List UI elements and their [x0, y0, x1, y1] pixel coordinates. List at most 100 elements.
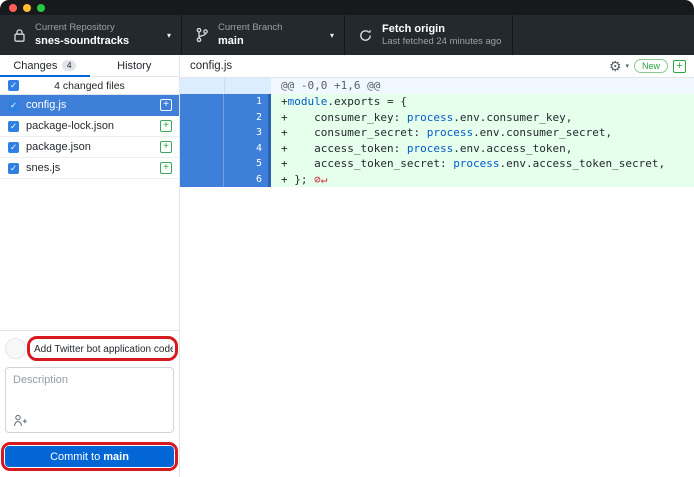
- diff-actions: ⚙ ▾ New +: [609, 59, 686, 73]
- branch-name: main: [218, 34, 324, 48]
- diff-line: 3+ consumer_secret: process.env.consumer…: [180, 125, 694, 141]
- file-status-added-icon: +: [160, 120, 172, 132]
- toolbar: Current Repository snes-soundtracks ▾ Cu…: [0, 15, 694, 55]
- file-row-config.js[interactable]: ✓ config.js +: [0, 95, 179, 116]
- diff-code-text: + consumer_key: process.env.consumer_key…: [271, 110, 572, 126]
- repository-text: Current Repository snes-soundtracks: [35, 22, 161, 48]
- file-row-package.json[interactable]: ✓ package.json +: [0, 137, 179, 158]
- commit-button-branch: main: [103, 451, 129, 463]
- zoom-button[interactable]: [37, 4, 45, 12]
- tab-history-label: History: [117, 60, 151, 72]
- hunk-gutter: [180, 78, 271, 94]
- annotation-summary-highlight: [27, 336, 178, 361]
- repository-chooser[interactable]: Current Repository snes-soundtracks ▾: [0, 15, 182, 55]
- diff-code-text: + }; ⊘↵: [271, 172, 327, 188]
- file-row-snes.js[interactable]: ✓ snes.js +: [0, 158, 179, 179]
- file-checkbox[interactable]: ✓: [8, 121, 19, 132]
- annotation-commit-highlight: Commit to main: [1, 442, 178, 471]
- diff-lines: 1+module.exports = {2+ consumer_key: pro…: [180, 94, 694, 187]
- diff-line-gutter[interactable]: 4: [180, 141, 271, 157]
- file-checkbox[interactable]: ✓: [8, 142, 19, 153]
- diff-empty-area: [180, 187, 694, 477]
- sidebar-tabs: Changes 4 History: [0, 55, 179, 77]
- diff-body: @@ -0,0 +1,6 @@ 1+module.exports = {2+ c…: [180, 78, 694, 477]
- diff-pane: config.js ⚙ ▾ New + @@ -0,0 +1,6 @@ 1+mo…: [180, 55, 694, 477]
- close-button[interactable]: [9, 4, 17, 12]
- tab-history[interactable]: History: [90, 55, 180, 76]
- minimize-button[interactable]: [23, 4, 31, 12]
- github-desktop-window: Current Repository snes-soundtracks ▾ Cu…: [0, 0, 694, 477]
- fetch-origin-button[interactable]: Fetch origin Last fetched 24 minutes ago: [345, 15, 513, 55]
- diff-line-number: 2: [224, 110, 268, 126]
- file-name: snes.js: [26, 162, 153, 174]
- commit-summary-row: [5, 336, 174, 361]
- hunk-header-text: @@ -0,0 +1,6 @@: [271, 78, 380, 94]
- diff-line-number: 1: [224, 94, 268, 110]
- diff-line: 6+ }; ⊘↵: [180, 172, 694, 188]
- diff-line: 1+module.exports = {: [180, 94, 694, 110]
- diff-header: config.js ⚙ ▾ New +: [180, 55, 694, 78]
- avatar: [5, 338, 26, 359]
- branch-text: Current Branch main: [218, 22, 324, 48]
- description-textarea[interactable]: [6, 368, 173, 412]
- changed-files-header: ✓ 4 changed files: [0, 77, 179, 95]
- file-name: package.json: [26, 141, 153, 153]
- git-branch-icon: [195, 27, 209, 43]
- changed-files-label: 4 changed files: [0, 80, 179, 92]
- file-name: config.js: [26, 99, 153, 111]
- fetch-title: Fetch origin: [382, 22, 502, 36]
- diff-line-number: 6: [224, 172, 268, 188]
- repository-name: snes-soundtracks: [35, 34, 161, 48]
- commit-button[interactable]: Commit to main: [5, 446, 174, 467]
- branch-label: Current Branch: [218, 22, 324, 34]
- diff-code-text: + consumer_secret: process.env.consumer_…: [271, 125, 612, 141]
- diff-line-gutter[interactable]: 2: [180, 110, 271, 126]
- diff-line: 5+ access_token_secret: process.env.acce…: [180, 156, 694, 172]
- lock-icon: [13, 28, 26, 43]
- chevron-down-icon[interactable]: ▾: [625, 62, 629, 70]
- diff-line-number: 5: [224, 156, 268, 172]
- sync-icon: [358, 28, 373, 43]
- diff-code-text: + access_token: process.env.access_token…: [271, 141, 572, 157]
- hunk-header-row: @@ -0,0 +1,6 @@: [180, 78, 694, 94]
- fetch-subtitle: Last fetched 24 minutes ago: [382, 36, 502, 48]
- diff-line-number: 4: [224, 141, 268, 157]
- gear-icon[interactable]: ⚙: [609, 59, 622, 73]
- toolbar-spacer: [513, 15, 694, 55]
- diff-line: 2+ consumer_key: process.env.consumer_ke…: [180, 110, 694, 126]
- chevron-down-icon: ▾: [167, 31, 171, 40]
- file-list: ✓ config.js + ✓ package-lock.json + ✓ package.j…: [0, 95, 179, 179]
- diff-file-name: config.js: [190, 60, 609, 72]
- add-coauthor-icon[interactable]: [13, 414, 28, 427]
- chevron-down-icon: ▾: [330, 31, 334, 40]
- file-row-package-lock.json[interactable]: ✓ package-lock.json +: [0, 116, 179, 137]
- changes-sidebar: Changes 4 History ✓ 4 changed files ✓ con…: [0, 55, 180, 477]
- tab-changes-label: Changes: [13, 60, 57, 72]
- sidebar-spacer: [0, 179, 179, 330]
- file-status-added-icon: +: [160, 162, 172, 174]
- diff-line-gutter[interactable]: 6: [180, 172, 271, 188]
- diff-code-text: +module.exports = {: [271, 94, 407, 110]
- branch-chooser[interactable]: Current Branch main ▾: [182, 15, 345, 55]
- diff-line: 4+ access_token: process.env.access_toke…: [180, 141, 694, 157]
- diff-line-number: 3: [224, 125, 268, 141]
- changes-count-badge: 4: [62, 60, 76, 71]
- diff-line-gutter[interactable]: 3: [180, 125, 271, 141]
- repository-label: Current Repository: [35, 22, 161, 34]
- file-name: package-lock.json: [26, 120, 153, 132]
- diff-code-text: + access_token_secret: process.env.acces…: [271, 156, 665, 172]
- file-status-added-icon: +: [160, 99, 172, 111]
- description-box: [5, 367, 174, 433]
- file-checkbox[interactable]: ✓: [8, 100, 19, 111]
- fetch-text: Fetch origin Last fetched 24 minutes ago: [382, 22, 502, 48]
- summary-input[interactable]: [30, 341, 175, 358]
- tab-changes[interactable]: Changes 4: [0, 55, 90, 76]
- titlebar: [0, 0, 694, 15]
- file-status-added-icon: +: [160, 141, 172, 153]
- file-checkbox[interactable]: ✓: [8, 163, 19, 174]
- diff-line-gutter[interactable]: 5: [180, 156, 271, 172]
- new-file-badge: New: [634, 59, 668, 73]
- commit-button-prefix: Commit to: [50, 451, 103, 463]
- diff-line-gutter[interactable]: 1: [180, 94, 271, 110]
- file-status-added-icon: +: [673, 60, 686, 73]
